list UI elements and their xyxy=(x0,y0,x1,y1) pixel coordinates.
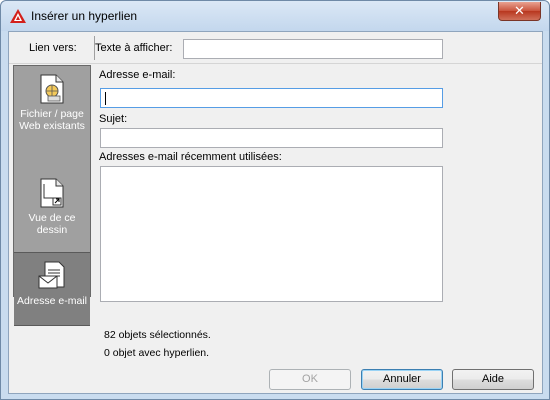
help-button[interactable]: Aide xyxy=(452,369,534,390)
email-label: Adresse e-mail: xyxy=(99,69,176,81)
web-file-icon xyxy=(40,74,64,104)
subject-label: Sujet: xyxy=(99,113,128,125)
sidebar-item-existing-file[interactable]: Fichier / page Web existants xyxy=(14,70,90,142)
close-button[interactable]: ✕ xyxy=(498,2,541,21)
cancel-button[interactable]: Annuler xyxy=(361,369,443,390)
link-type-sidebar: Fichier / page Web existants Vue de ce d… xyxy=(13,65,91,326)
text-caret xyxy=(105,92,106,105)
recent-emails-list[interactable] xyxy=(100,166,443,302)
display-text-input[interactable] xyxy=(183,39,443,59)
email-address-icon xyxy=(38,261,65,289)
sidebar-item-label: dessin xyxy=(36,224,68,236)
hyperlink-dialog: Insérer un hyperlien ✕ Lien vers: Texte … xyxy=(0,0,550,400)
window-title: Insérer un hyperlien xyxy=(31,9,138,23)
sidebar-item-label: Vue de ce xyxy=(28,212,76,224)
ok-button[interactable]: OK xyxy=(269,369,351,390)
header-separator xyxy=(9,63,542,64)
display-text-label: Texte à afficher: xyxy=(95,42,173,54)
link-to-label: Lien vers: xyxy=(29,42,77,54)
sidebar-item-label: Adresse e-mail xyxy=(16,295,88,307)
dialog-body: Lien vers: Texte à afficher: Fichier / p… xyxy=(8,31,543,394)
autocad-a-icon xyxy=(10,9,26,23)
sidebar-item-drawing-view[interactable]: Vue de ce dessin xyxy=(14,178,90,248)
selected-objects-status: 82 objets sélectionnés. xyxy=(104,329,211,341)
drawing-view-icon xyxy=(40,178,64,208)
sidebar-item-label: Web existants xyxy=(19,120,85,132)
sidebar-item-email[interactable]: Adresse e-mail xyxy=(14,252,90,326)
subject-field[interactable] xyxy=(100,128,443,148)
sidebar-item-label: Fichier / page xyxy=(20,108,84,120)
email-field[interactable] xyxy=(100,88,443,108)
hyperlinked-objects-status: 0 objet avec hyperlien. xyxy=(104,347,210,359)
recent-emails-label: Adresses e-mail récemment utilisées: xyxy=(99,151,282,163)
title-bar[interactable]: Insérer un hyperlien ✕ xyxy=(1,1,549,31)
close-icon: ✕ xyxy=(514,3,525,18)
